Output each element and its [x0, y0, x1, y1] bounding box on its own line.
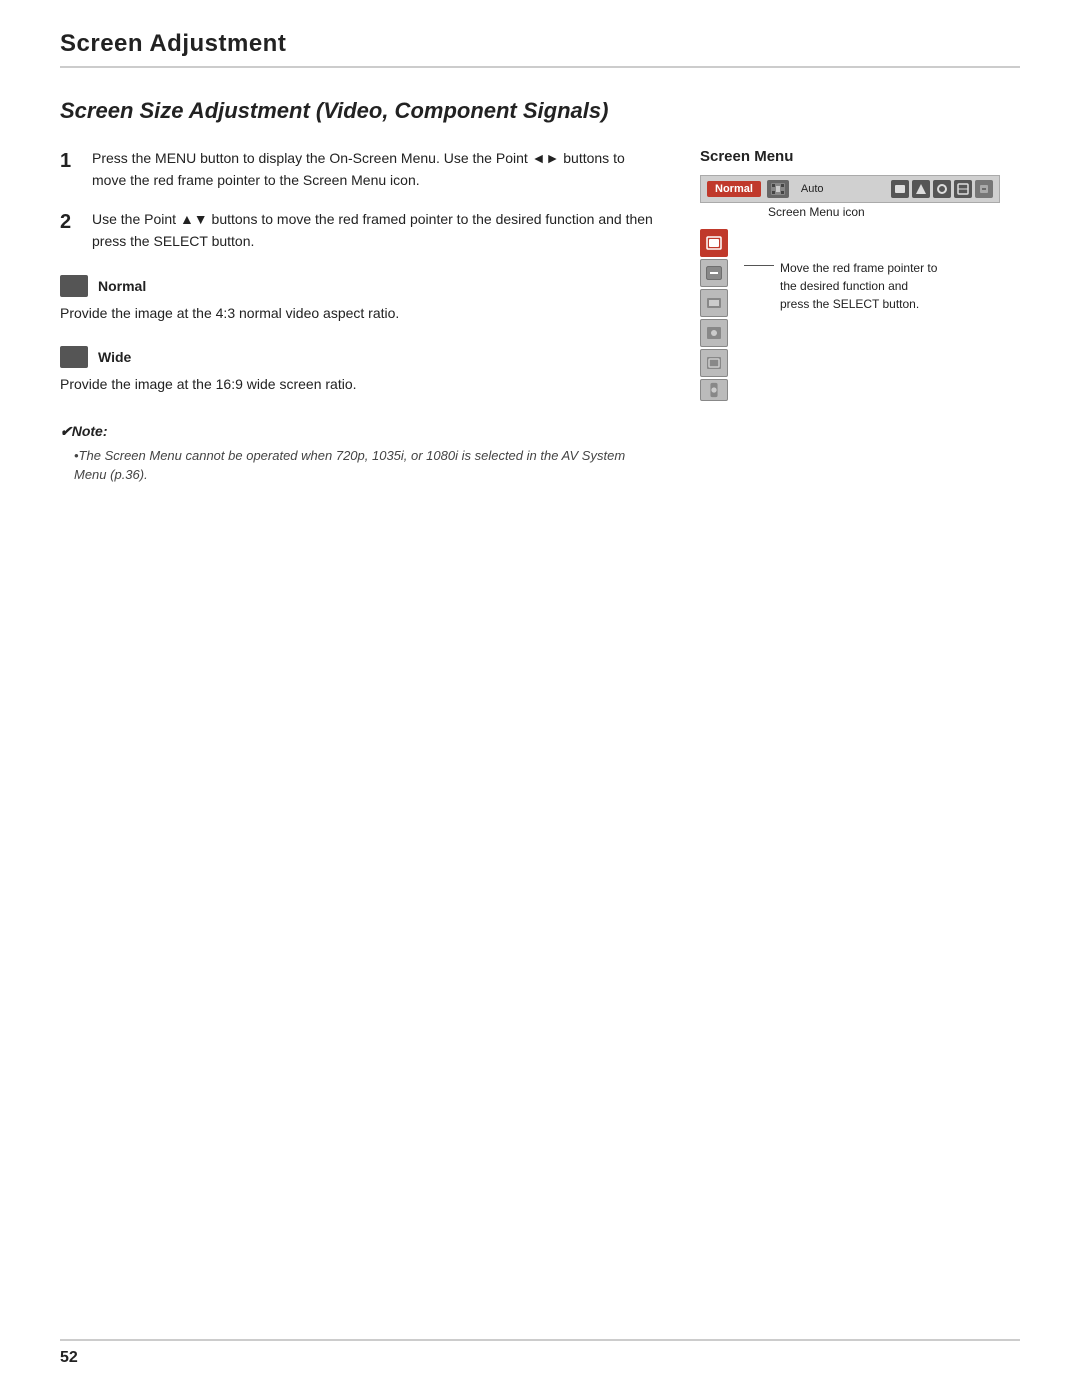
wide-item: Wide [60, 346, 660, 368]
normal-icon [60, 275, 88, 297]
left-column: 1 Press the MENU button to display the O… [60, 148, 660, 485]
side-panel: Move the red frame pointer to the desire… [700, 229, 1020, 401]
connector-line-1 [744, 265, 774, 266]
note-section: ✔Note: •The Screen Menu cannot be operat… [60, 423, 660, 485]
note-title: ✔Note: [60, 423, 660, 440]
normal-label: Normal [98, 278, 146, 294]
note-text: •The Screen Menu cannot be operated when… [60, 446, 660, 485]
step-2-number: 2 [60, 209, 80, 235]
menu-bar-auto-text: Auto [795, 181, 830, 197]
annotation-connector: Move the red frame pointer to the desire… [744, 259, 940, 313]
menu-bar-normal-text: Normal [707, 181, 761, 197]
side-icon-3 [700, 289, 728, 317]
wide-label: Wide [98, 349, 131, 365]
step-1-text: Press the MENU button to display the On-… [92, 148, 660, 191]
normal-item: Normal [60, 275, 660, 297]
step-2: 2 Use the Point ▲▼ buttons to move the r… [60, 209, 660, 252]
section-title: Screen Size Adjustment (Video, Component… [60, 98, 1020, 124]
screen-menu-icon-annotation: Screen Menu icon [700, 205, 1020, 219]
step-2-text: Use the Point ▲▼ buttons to move the red… [92, 209, 660, 252]
side-icon-6 [700, 379, 728, 401]
content-columns: 1 Press the MENU button to display the O… [60, 148, 1020, 485]
page-number: 52 [60, 1349, 78, 1367]
side-annotation: Move the red frame pointer to the desire… [732, 229, 940, 401]
side-icon-2 [700, 259, 728, 287]
wide-icon [60, 346, 88, 368]
screen-menu-icon-label: Screen Menu icon [768, 205, 1020, 219]
side-icons-column [700, 229, 732, 401]
menu-bar: Normal Auto [700, 175, 1000, 203]
side-icon-5 [700, 349, 728, 377]
step-1: 1 Press the MENU button to display the O… [60, 148, 660, 191]
menu-bar-icons [891, 180, 993, 198]
wide-desc: Provide the image at the 16:9 wide scree… [60, 374, 660, 395]
menu-bar-film-icon [767, 180, 789, 198]
step-1-number: 1 [60, 148, 80, 174]
side-icon-1 [700, 229, 728, 257]
menu-bar-icon-4 [954, 180, 972, 198]
normal-desc: Provide the image at the 4:3 normal vide… [60, 303, 660, 324]
connector-lines [744, 259, 774, 266]
side-annotation-text: Move the red frame pointer to the desire… [780, 259, 940, 313]
right-column: Screen Menu Normal Auto [700, 148, 1020, 401]
page-header: Screen Adjustment [60, 30, 1020, 68]
screen-menu-label: Screen Menu [700, 148, 1020, 165]
side-icon-4 [700, 319, 728, 347]
menu-bar-icon-5 [975, 180, 993, 198]
menu-bar-icon-2 [912, 180, 930, 198]
page-footer: 52 [60, 1339, 1020, 1367]
menu-bar-icon-1 [891, 180, 909, 198]
menu-bar-icon-3 [933, 180, 951, 198]
page-title: Screen Adjustment [60, 30, 286, 57]
